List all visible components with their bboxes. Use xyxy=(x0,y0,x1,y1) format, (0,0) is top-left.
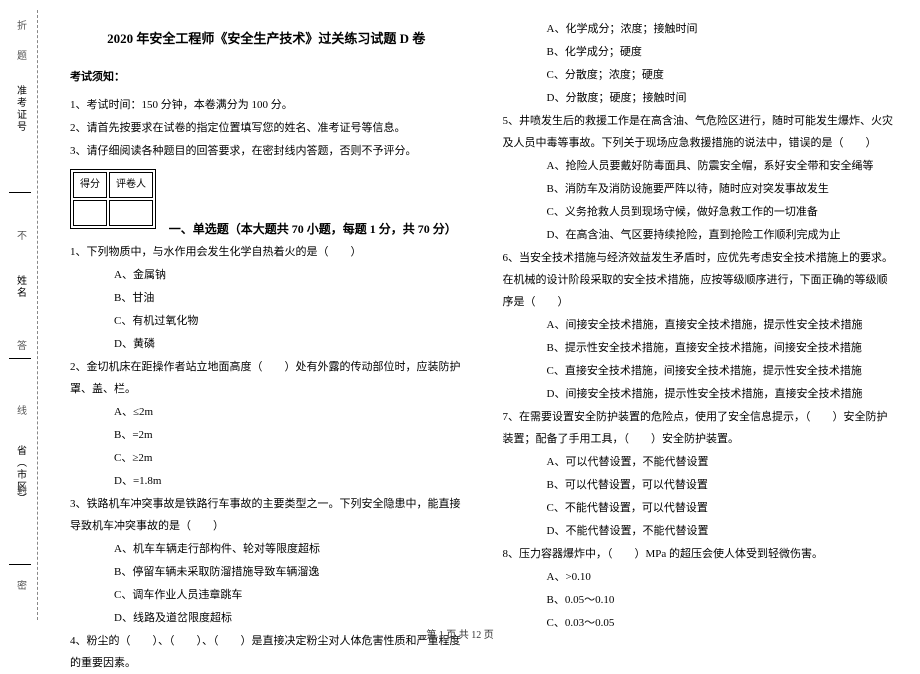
cut-char-3: 密 xyxy=(13,580,28,594)
cut-char-2: 线 xyxy=(13,405,28,419)
q4-opt-a: A、化学成分；浓度；接触时间 xyxy=(503,18,896,40)
q5-opt-a: A、抢险人员要戴好防毒面具、防震安全帽，系好安全带和安全绳等 xyxy=(503,155,896,177)
q6-opt-a: A、间接安全技术措施，直接安全技术措施，提示性安全技术措施 xyxy=(503,314,896,336)
q8-opt-a: A、>0.10 xyxy=(503,566,896,588)
cut-char-4: 答 xyxy=(13,340,28,354)
q7-opt-c: C、不能代替设置，可以代替设置 xyxy=(503,497,896,519)
q8: 8、压力容器爆炸中，（ ）MPa 的超压会使人体受到轻微伤害。 xyxy=(503,543,896,565)
q5-opt-c: C、义务抢救人员到现场守候，做好急救工作的一切准备 xyxy=(503,201,896,223)
q7: 7、在需要设置安全防护装置的危险点，使用了安全信息提示，（ ）安全防护装置；配备… xyxy=(503,406,896,450)
right-column: A、化学成分；浓度；接触时间 B、化学成分；硬度 C、分散度；浓度；硬度 D、分… xyxy=(483,10,916,620)
q5: 5、井喷发生后的救援工作是在高含油、气危险区进行，随时可能发生爆炸、火灾及人员中… xyxy=(503,110,896,154)
q1-opt-b: B、甘油 xyxy=(70,287,463,309)
q6-opt-c: C、直接安全技术措施，间接安全技术措施，提示性安全技术措施 xyxy=(503,360,896,382)
q2-opt-c: C、≥2m xyxy=(70,447,463,469)
q7-opt-b: B、可以代替设置，可以代替设置 xyxy=(503,474,896,496)
cut-char-1: 封 xyxy=(13,485,28,499)
q1-opt-a: A、金属钠 xyxy=(70,264,463,286)
q7-opt-a: A、可以代替设置，不能代替设置 xyxy=(503,451,896,473)
q3-opt-b: B、停留车辆未采取防溜措施导致车辆溜逸 xyxy=(70,561,463,583)
q3-opt-d: D、线路及道岔限度超标 xyxy=(70,607,463,629)
fold-char-1: 不 xyxy=(13,230,28,244)
q7-opt-d: D、不能代替设置，不能代替设置 xyxy=(503,520,896,542)
q5-opt-d: D、在高含油、气区要持续抢险，直到抢险工作顺利完成为止 xyxy=(503,224,896,246)
q8-opt-b: B、0.05～0.10 xyxy=(503,589,896,611)
q1-opt-c: C、有机过氧化物 xyxy=(70,310,463,332)
q6-opt-b: B、提示性安全技术措施，直接安全技术措施，间接安全技术措施 xyxy=(503,337,896,359)
q8-opt-c: C、0.03～0.05 xyxy=(503,612,896,634)
q1-opt-d: D、黄磷 xyxy=(70,333,463,355)
name-label: 姓名 xyxy=(13,275,28,299)
q3: 3、铁路机车冲突事故是铁路行车事故的主要类型之一。下列安全隐患中，能直接导致机车… xyxy=(70,493,463,537)
q6: 6、当安全技术措施与经济效益发生矛盾时，应优先考虑安全技术措施上的要求。在机械的… xyxy=(503,247,896,313)
q4-opt-b: B、化学成分；硬度 xyxy=(503,41,896,63)
q6-opt-d: D、间接安全技术措施，提示性安全技术措施，直接安全技术措施 xyxy=(503,383,896,405)
binding-rail: 折 题 准考证号 不 姓名 答 线 省（市区） 封 xyxy=(5,10,50,620)
score-cell-2: 评卷人 xyxy=(109,172,153,198)
q4-opt-c: C、分散度；浓度；硬度 xyxy=(503,64,896,86)
q4-opt-d: D、分散度；硬度；接触时间 xyxy=(503,87,896,109)
cut-char-5: 题 xyxy=(13,50,28,64)
q2-opt-d: D、=1.8m xyxy=(70,470,463,492)
notice-3: 3、请仔细阅读各种题目的回答要求，在密封线内答题，否则不予评分。 xyxy=(70,140,463,162)
q1: 1、下列物质中，与水作用会发生化学自热着火的是（ ） xyxy=(70,241,463,263)
admission-field[interactable] xyxy=(9,138,31,193)
exam-title: 2020 年安全工程师《安全生产技术》过关练习试题 D 卷 xyxy=(70,26,463,52)
q2-opt-b: B、=2m xyxy=(70,424,463,446)
score-cell-1: 得分 xyxy=(73,172,107,198)
cut-char-0: 折 xyxy=(13,20,28,34)
province-field[interactable] xyxy=(9,510,31,565)
notice-1: 1、考试时间：150 分钟，本卷满分为 100 分。 xyxy=(70,94,463,116)
q2-opt-a: A、≤2m xyxy=(70,401,463,423)
score-box: 得分 评卷人 xyxy=(70,169,156,229)
dashed-fold-line xyxy=(37,10,38,620)
q5-opt-b: B、消防车及消防设施要严阵以待，随时应对突发事故发生 xyxy=(503,178,896,200)
notice-heading: 考试须知： xyxy=(70,66,463,88)
admission-label: 准考证号 xyxy=(13,85,28,133)
q3-opt-a: A、机车车辆走行部构件、轮对等限度超标 xyxy=(70,538,463,560)
notice-2: 2、请首先按要求在试卷的指定位置填写您的姓名、准考证号等信息。 xyxy=(70,117,463,139)
q3-opt-c: C、调车作业人员违章跳车 xyxy=(70,584,463,606)
q4: 4、粉尘的（ ）、（ ）、（ ）是直接决定粉尘对人体危害性质和严重程度的重要因素… xyxy=(70,630,463,674)
section-1-title: 一、单选题（本大题共 70 小题，每题 1 分，共 70 分） xyxy=(169,217,457,241)
q2: 2、金切机床在距操作者站立地面高度（ ）处有外露的传动部位时，应装防护罩、盖、栏… xyxy=(70,356,463,400)
left-column: 2020 年安全工程师《安全生产技术》过关练习试题 D 卷 考试须知： 1、考试… xyxy=(50,10,483,620)
